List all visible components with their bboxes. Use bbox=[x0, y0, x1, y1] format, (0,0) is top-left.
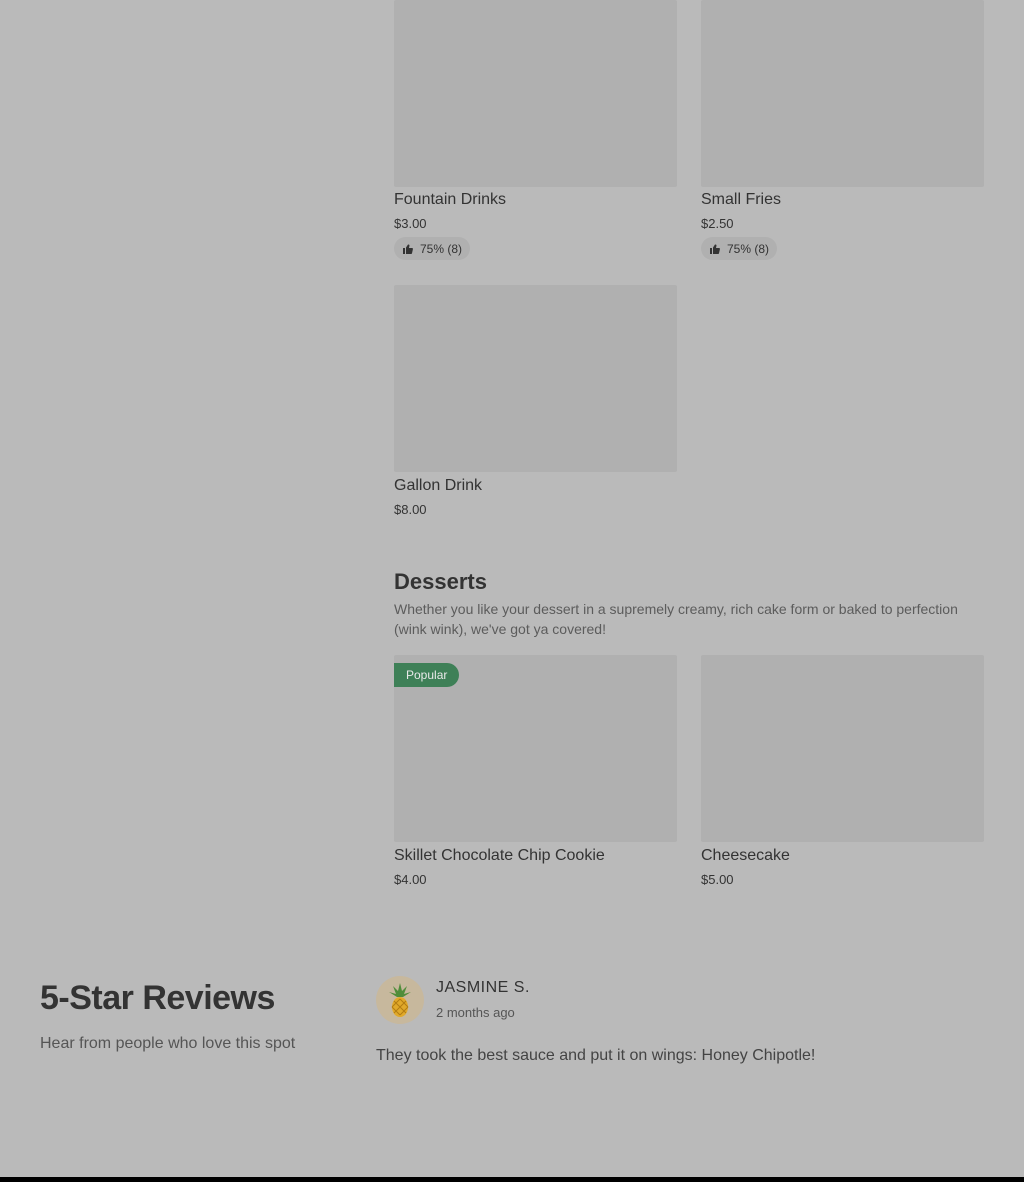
pineapple-icon bbox=[389, 983, 411, 1017]
thumbs-up-icon bbox=[710, 244, 720, 254]
item-image-cheesecake[interactable] bbox=[701, 655, 984, 842]
section-title-desserts: Desserts bbox=[394, 569, 487, 594]
section-description-desserts: Whether you like your dessert in a supre… bbox=[394, 601, 958, 637]
popular-badge: Popular bbox=[394, 663, 460, 687]
item-title-gallon-drink[interactable]: Gallon Drink bbox=[394, 477, 482, 495]
item-title-skillet-cookie[interactable]: Skillet Chocolate Chip Cookie bbox=[394, 847, 605, 865]
footer-bar bbox=[0, 1177, 1024, 1182]
item-image-fountain-drinks[interactable] bbox=[394, 0, 677, 187]
item-price-fountain-drinks: $3.00 bbox=[394, 216, 427, 231]
item-rating-fountain-drinks: 75% (8) bbox=[394, 237, 471, 260]
item-rating-small-fries: 75% (8) bbox=[701, 237, 778, 260]
item-price-cheesecake: $5.00 bbox=[701, 872, 734, 887]
rating-text: 75% (8) bbox=[420, 241, 463, 256]
item-title-fountain-drinks[interactable]: Fountain Drinks bbox=[394, 191, 506, 209]
item-image-gallon-drink[interactable] bbox=[394, 285, 677, 472]
item-price-small-fries: $2.50 bbox=[701, 216, 734, 231]
thumbs-up-icon bbox=[403, 244, 413, 254]
item-price-skillet-cookie: $4.00 bbox=[394, 872, 427, 887]
item-image-small-fries[interactable] bbox=[701, 0, 984, 187]
reviews-subtitle: Hear from people who love this spot bbox=[40, 1035, 296, 1052]
item-title-cheesecake[interactable]: Cheesecake bbox=[701, 847, 790, 865]
item-price-gallon-drink: $8.00 bbox=[394, 502, 427, 517]
rating-text: 75% (8) bbox=[727, 241, 770, 256]
reviewer-avatar bbox=[376, 976, 424, 1024]
reviewer-name: JASMINE S. bbox=[436, 979, 530, 996]
reviews-title: 5-Star Reviews bbox=[40, 979, 275, 1017]
review-text: They took the best sauce and put it on w… bbox=[376, 1047, 816, 1064]
review-date: 2 months ago bbox=[436, 1005, 515, 1020]
item-title-small-fries[interactable]: Small Fries bbox=[701, 191, 781, 209]
